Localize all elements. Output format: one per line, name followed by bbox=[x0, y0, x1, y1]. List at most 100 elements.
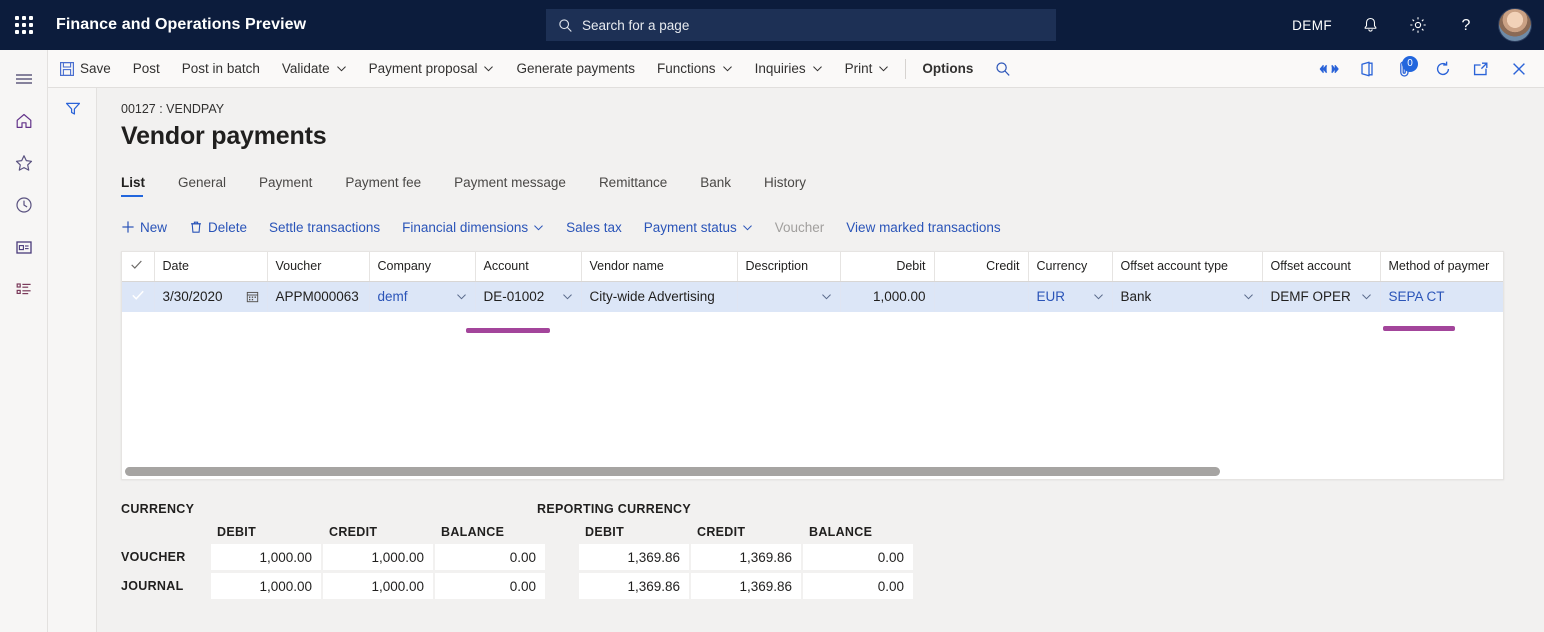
column-header-offset-account-type[interactable]: Offset account type bbox=[1112, 252, 1262, 281]
app-launcher-icon[interactable] bbox=[0, 0, 48, 50]
tab-remittance[interactable]: Remittance bbox=[599, 175, 683, 197]
new-button[interactable]: New bbox=[121, 220, 167, 235]
cell-currency[interactable]: EUR bbox=[1028, 281, 1112, 312]
table-row[interactable]: 3/30/2020 APPM000063 demf bbox=[122, 281, 1504, 312]
validate-menu[interactable]: Validate bbox=[271, 50, 358, 88]
inquiries-menu[interactable]: Inquiries bbox=[744, 50, 834, 88]
workspace-icon[interactable] bbox=[0, 226, 48, 267]
column-header-offset-account[interactable]: Offset account bbox=[1262, 252, 1380, 281]
voucher-reporting-credit: 1,369.86 bbox=[691, 544, 801, 570]
star-icon[interactable] bbox=[0, 142, 48, 183]
avatar[interactable] bbox=[1498, 8, 1532, 42]
home-icon[interactable] bbox=[0, 100, 48, 141]
cell-voucher[interactable]: APPM000063 bbox=[267, 281, 369, 312]
column-header-credit[interactable]: Credit bbox=[934, 252, 1028, 281]
horizontal-scrollbar[interactable] bbox=[125, 467, 1220, 476]
global-search-placeholder: Search for a page bbox=[582, 18, 689, 33]
chevron-down-icon[interactable] bbox=[1361, 291, 1372, 302]
personalize-icon[interactable] bbox=[1310, 50, 1348, 88]
chevron-down-icon[interactable] bbox=[1093, 291, 1104, 302]
tab-payment[interactable]: Payment bbox=[259, 175, 328, 197]
chevron-down-icon[interactable] bbox=[562, 291, 573, 302]
company-selector[interactable]: DEMF bbox=[1278, 0, 1346, 50]
journal-reporting-balance: 0.00 bbox=[803, 573, 913, 599]
gear-icon[interactable] bbox=[1394, 0, 1442, 50]
open-in-new-window-icon[interactable] bbox=[1462, 50, 1500, 88]
column-header-account[interactable]: Account bbox=[475, 252, 581, 281]
cell-offset-account[interactable]: DEMF OPER bbox=[1262, 281, 1380, 312]
question-mark-icon[interactable]: ? bbox=[1442, 0, 1490, 50]
tab-bank[interactable]: Bank bbox=[700, 175, 747, 197]
plus-icon bbox=[121, 220, 135, 234]
cell-method-of-payment[interactable]: SEPA CT bbox=[1380, 281, 1504, 312]
filter-funnel-icon[interactable] bbox=[48, 88, 97, 130]
column-header-method-of-payment[interactable]: Method of paymer bbox=[1380, 252, 1504, 281]
cell-company[interactable]: demf bbox=[369, 281, 475, 312]
print-label: Print bbox=[845, 61, 873, 76]
page-tab-strip: List General Payment Payment fee Payment… bbox=[121, 167, 1544, 197]
save-icon bbox=[59, 61, 75, 77]
functions-menu[interactable]: Functions bbox=[646, 50, 744, 88]
cell-offset-account-type[interactable]: Bank bbox=[1112, 281, 1262, 312]
chevron-down-icon[interactable] bbox=[821, 291, 832, 302]
horizontal-scrollbar-track[interactable] bbox=[122, 463, 1503, 479]
save-button[interactable]: Save bbox=[48, 50, 122, 88]
close-icon[interactable] bbox=[1500, 50, 1538, 88]
tab-history[interactable]: History bbox=[764, 175, 822, 197]
journal-currency-credit: 1,000.00 bbox=[323, 573, 433, 599]
tab-list[interactable]: List bbox=[121, 175, 161, 197]
column-header-date[interactable]: Date bbox=[154, 252, 267, 281]
post-in-batch-button[interactable]: Post in batch bbox=[171, 50, 271, 88]
tab-general[interactable]: General bbox=[178, 175, 242, 197]
chevron-down-icon[interactable] bbox=[1243, 291, 1254, 302]
payment-status-menu[interactable]: Payment status bbox=[644, 220, 753, 235]
cell-currency-value: EUR bbox=[1037, 289, 1066, 304]
payment-proposal-menu[interactable]: Payment proposal bbox=[358, 50, 506, 88]
list-icon[interactable] bbox=[0, 268, 48, 309]
options-button[interactable]: Options bbox=[911, 50, 984, 88]
refresh-icon[interactable] bbox=[1424, 50, 1462, 88]
attachments-icon[interactable]: 0 bbox=[1386, 50, 1424, 88]
chevron-down-icon[interactable] bbox=[456, 291, 467, 302]
column-header-description[interactable]: Description bbox=[737, 252, 840, 281]
delete-label: Delete bbox=[208, 220, 247, 235]
command-bar: Save Post Post in batch Validate Payment… bbox=[48, 50, 1544, 88]
cell-date[interactable]: 3/30/2020 bbox=[154, 281, 267, 312]
column-header-voucher[interactable]: Voucher bbox=[267, 252, 369, 281]
view-marked-transactions-button[interactable]: View marked transactions bbox=[846, 220, 1000, 235]
column-header-currency[interactable]: Currency bbox=[1028, 252, 1112, 281]
svg-text:?: ? bbox=[1462, 17, 1471, 34]
cell-vendor-name[interactable]: City-wide Advertising bbox=[581, 281, 737, 312]
cell-account[interactable]: DE-01002 bbox=[475, 281, 581, 312]
column-header-vendor-name[interactable]: Vendor name bbox=[581, 252, 737, 281]
post-button[interactable]: Post bbox=[122, 50, 171, 88]
generate-payments-button[interactable]: Generate payments bbox=[505, 50, 646, 88]
balance-summary: CURRENCY REPORTING CURRENCY DEBIT CREDIT… bbox=[121, 502, 1544, 602]
print-menu[interactable]: Print bbox=[834, 50, 901, 88]
clock-icon[interactable] bbox=[0, 184, 48, 225]
bell-icon[interactable] bbox=[1346, 0, 1394, 50]
office-apps-icon[interactable] bbox=[1348, 50, 1386, 88]
cell-debit[interactable]: 1,000.00 bbox=[840, 281, 934, 312]
tab-payment-message[interactable]: Payment message bbox=[454, 175, 582, 197]
currency-debit-header: DEBIT bbox=[211, 525, 321, 541]
command-search-icon[interactable] bbox=[984, 50, 1022, 88]
sales-tax-button[interactable]: Sales tax bbox=[566, 220, 622, 235]
settle-transactions-button[interactable]: Settle transactions bbox=[269, 220, 380, 235]
column-header-company[interactable]: Company bbox=[369, 252, 475, 281]
summary-row-voucher: VOUCHER 1,000.00 1,000.00 0.00 1,369.86 … bbox=[121, 544, 913, 570]
cell-account-value: DE-01002 bbox=[484, 289, 545, 304]
grid-header-row: Date Voucher Company Account Vendor name… bbox=[122, 252, 1504, 281]
hamburger-icon[interactable] bbox=[0, 58, 48, 99]
row-select-checkbox[interactable] bbox=[122, 281, 154, 312]
trash-icon bbox=[189, 220, 203, 234]
calendar-icon[interactable] bbox=[246, 290, 259, 303]
cell-credit[interactable] bbox=[934, 281, 1028, 312]
cell-description[interactable] bbox=[737, 281, 840, 312]
select-all-header[interactable] bbox=[122, 252, 154, 281]
tab-payment-fee[interactable]: Payment fee bbox=[345, 175, 437, 197]
global-search-input[interactable]: Search for a page bbox=[546, 9, 1056, 41]
delete-button[interactable]: Delete bbox=[189, 220, 247, 235]
column-header-debit[interactable]: Debit bbox=[840, 252, 934, 281]
financial-dimensions-menu[interactable]: Financial dimensions bbox=[402, 220, 544, 235]
